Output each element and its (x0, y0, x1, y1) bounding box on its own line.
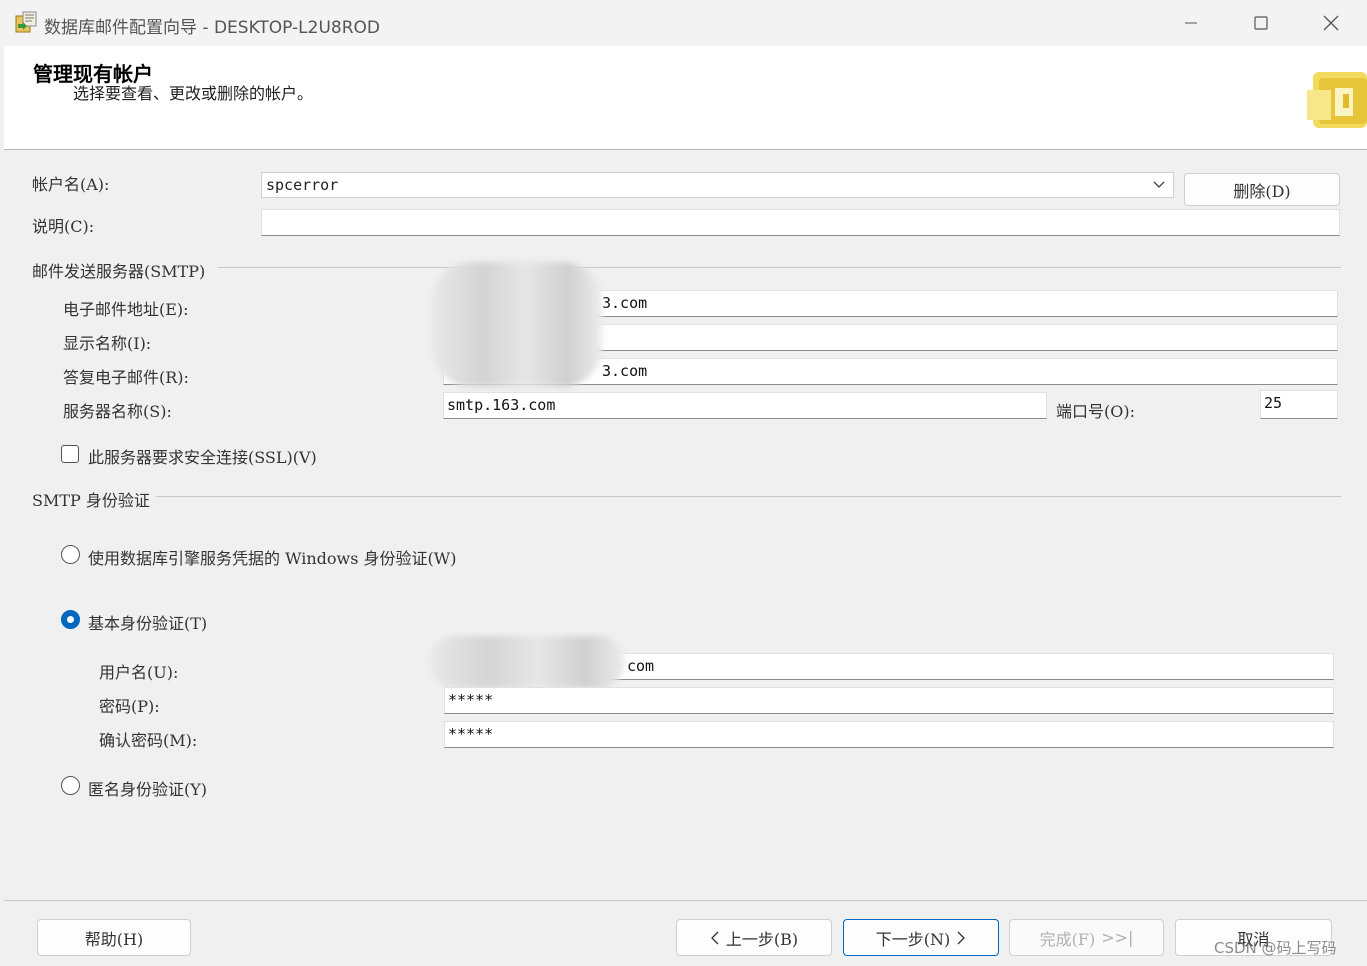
close-button[interactable] (1296, 0, 1366, 46)
port-input[interactable]: 25 (1260, 390, 1338, 419)
account-name-combobox[interactable]: spcerror (261, 172, 1174, 198)
confirm-password-input[interactable]: ***** (444, 721, 1334, 748)
username-label: 用户名(U): (99, 663, 179, 682)
next-button[interactable]: 下一步(N) (843, 919, 999, 956)
windows-auth-radio[interactable] (61, 545, 80, 564)
windows-auth-label[interactable]: 使用数据库引擎服务凭据的 Windows 身份验证(W) (88, 545, 456, 569)
wizard-logo-icon (1305, 68, 1367, 130)
finish-button-label: 完成(F) (1039, 929, 1096, 949)
close-icon (1323, 15, 1339, 31)
footer-divider (4, 900, 1367, 901)
confirm-password-label: 确认密码(M): (99, 731, 198, 750)
finish-button-suffix: >>| (1101, 928, 1134, 947)
ssl-checkbox[interactable] (61, 445, 79, 463)
anonymous-auth-label[interactable]: 匿名身份验证(Y) (88, 776, 207, 800)
chevron-left-icon (710, 931, 719, 944)
server-name-label: 服务器名称(S): (63, 402, 172, 421)
anonymous-auth-radio[interactable] (61, 776, 80, 795)
back-button-label: 上一步(B) (725, 929, 799, 949)
chevron-down-icon (1153, 181, 1165, 188)
delete-button[interactable]: 删除(D) (1184, 173, 1340, 206)
redaction-blur (430, 636, 625, 688)
smtp-group-divider (218, 267, 1341, 268)
reply-email-label: 答复电子邮件(R): (63, 368, 189, 387)
delete-button-label: 删除(D) (1233, 181, 1291, 201)
ssl-label[interactable]: 此服务器要求安全连接(SSL)(V) (88, 444, 317, 468)
redaction-blur (432, 262, 602, 387)
email-address-label: 电子邮件地址(E): (63, 300, 189, 319)
watermark: CSDN @码上写码 (1214, 939, 1337, 957)
minimize-button[interactable] (1156, 0, 1226, 46)
back-button[interactable]: 上一步(B) (676, 919, 832, 956)
basic-auth-radio[interactable] (61, 610, 80, 629)
description-label: 说明(C): (32, 217, 95, 236)
help-button-label: 帮助(H) (84, 929, 144, 949)
finish-button[interactable]: 完成(F) >>| (1009, 919, 1164, 956)
account-name-label: 帐户名(A): (32, 175, 110, 194)
minimize-icon (1185, 22, 1197, 24)
auth-group-divider (156, 496, 1341, 497)
display-name-label: 显示名称(I): (63, 334, 152, 353)
app-icon (14, 10, 38, 34)
chevron-right-icon (957, 931, 966, 944)
help-button[interactable]: 帮助(H) (37, 919, 191, 956)
server-name-input[interactable]: smtp.163.com (443, 392, 1047, 419)
maximize-button[interactable] (1226, 0, 1296, 46)
port-label: 端口号(O): (1056, 402, 1135, 421)
smtp-group-label: 邮件发送服务器(SMTP) (32, 262, 206, 281)
password-input[interactable]: ***** (444, 687, 1334, 714)
window-title: 数据库邮件配置向导 - DESKTOP-L2U8ROD (44, 18, 380, 38)
description-input[interactable] (261, 209, 1340, 236)
password-label: 密码(P): (99, 697, 160, 716)
account-name-value: spcerror (266, 176, 339, 194)
basic-auth-label[interactable]: 基本身份验证(T) (88, 610, 207, 634)
page-subtitle: 选择要查看、更改或删除的帐户。 (73, 84, 314, 103)
maximize-icon (1254, 16, 1268, 30)
auth-group-label: SMTP 身份验证 (32, 491, 150, 510)
next-button-label: 下一步(N) (875, 929, 951, 949)
